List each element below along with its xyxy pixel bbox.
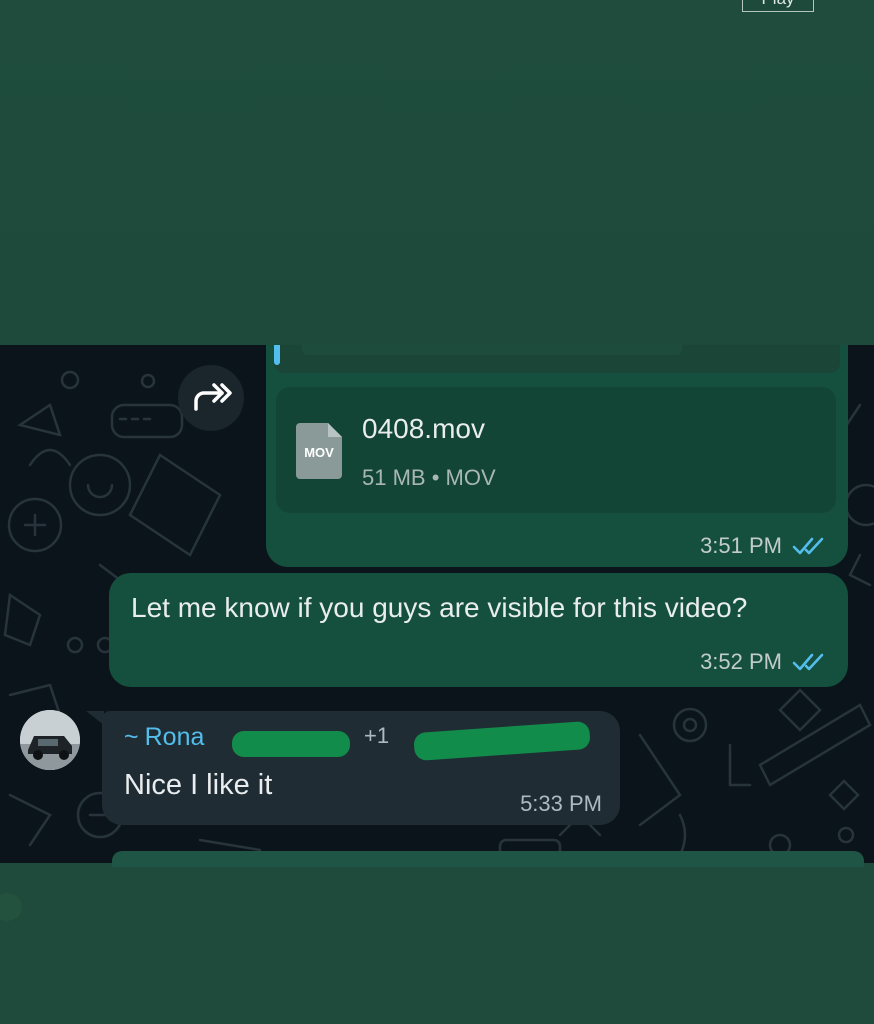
reply-quote[interactable]: [274, 345, 840, 373]
sender-name: Rona: [144, 723, 205, 751]
message-time: 3:52 PM: [700, 649, 782, 674]
reply-quote-accent-bar: [274, 345, 280, 365]
chat-area[interactable]: MOV 0408.mov 51 MB • MOV 3:51 PM Let me …: [0, 345, 874, 863]
double-check-icon: [792, 537, 824, 555]
message-timestamp-row: 3:52 PM: [700, 649, 826, 675]
file-type-badge: MOV: [304, 445, 334, 460]
message-text: Nice I like it: [124, 769, 273, 801]
file-name: 0408.mov: [362, 413, 485, 444]
message-time: 5:33 PM: [520, 791, 602, 816]
incoming-text-message[interactable]: ~ Rona +1 Nice I like it 5:33 PM: [102, 711, 620, 825]
forward-icon: [194, 383, 232, 411]
next-message-edge: [112, 851, 864, 867]
overlay-dot: [0, 893, 22, 921]
top-overlay-panel: Play: [0, 0, 874, 345]
redaction-mark: [413, 720, 591, 762]
message-time: 3:51 PM: [700, 533, 782, 558]
file-size-and-type: 51 MB • MOV: [362, 465, 496, 490]
message-text: Let me know if you guys are visible for …: [131, 592, 748, 623]
sender-phone: +1: [364, 723, 390, 748]
sender-prefix: ~: [124, 723, 139, 751]
play-label[interactable]: Play: [742, 0, 814, 12]
forward-button[interactable]: [178, 365, 244, 431]
outgoing-text-message[interactable]: Let me know if you guys are visible for …: [109, 573, 848, 687]
reply-quote-content: [302, 345, 682, 355]
sender-avatar[interactable]: [20, 710, 80, 770]
redaction-mark: [232, 731, 350, 757]
bottom-overlay-panel: [0, 851, 874, 1024]
outgoing-file-message[interactable]: MOV 0408.mov 51 MB • MOV 3:51 PM: [266, 345, 848, 567]
double-check-icon: [792, 653, 824, 671]
file-attachment-card[interactable]: MOV 0408.mov 51 MB • MOV: [276, 387, 836, 513]
sender-header[interactable]: ~ Rona: [124, 723, 204, 752]
message-timestamp-row: 3:51 PM: [700, 533, 826, 559]
document-file-icon: MOV: [296, 423, 342, 479]
